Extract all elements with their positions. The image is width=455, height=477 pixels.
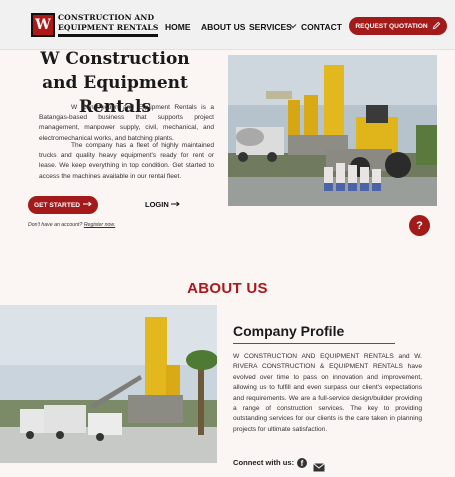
company-profile-title: Company Profile	[233, 323, 345, 339]
logo-line-1: CONSTRUCTION AND	[58, 13, 155, 22]
arrow-right-icon	[83, 201, 92, 209]
logo-line-2: EQUIPMENT RENTALS	[58, 23, 159, 37]
request-quotation-button[interactable]: REQUEST QUOTATION	[349, 17, 447, 35]
get-started-label: GET STARTED	[33, 201, 81, 209]
help-button[interactable]: ?	[409, 215, 430, 236]
nav-about-us[interactable]: ABOUT US	[201, 22, 245, 32]
nav-services[interactable]: SERVICES	[249, 22, 292, 32]
about-image	[0, 305, 217, 463]
hero-paragraph-1: W Construction and Equipment Rentals is …	[39, 104, 214, 142]
company-profile-text: W CONSTRUCTION AND EQUIPMENT RENTALS and…	[233, 353, 422, 433]
about-us-heading: ABOUT US	[187, 280, 268, 297]
mail-icon[interactable]	[313, 459, 325, 477]
title-divider	[233, 343, 395, 344]
nav-contact[interactable]: CONTACT	[301, 22, 342, 32]
login-link[interactable]: LOGIN	[145, 200, 180, 209]
no-account-text: Don't have an account?	[28, 222, 83, 228]
logo-text: CONSTRUCTION AND EQUIPMENT RENTALS	[58, 13, 159, 37]
login-label: LOGIN	[145, 200, 169, 209]
chevron-down-icon[interactable]	[289, 22, 297, 32]
register-link[interactable]: Register now.	[84, 222, 115, 228]
request-quotation-label: REQUEST QUOTATION	[355, 22, 428, 30]
arrow-right-icon	[170, 200, 180, 209]
connect-label: Connect with us:	[233, 458, 295, 467]
get-started-button[interactable]: GET STARTED	[28, 196, 98, 214]
nav-home[interactable]: HOME	[165, 22, 191, 32]
pencil-icon	[432, 21, 441, 32]
signup-prompt: Don't have an account? Register now.	[28, 222, 115, 228]
facebook-icon[interactable]: f	[297, 458, 307, 468]
brand-logo[interactable]: W CONSTRUCTION AND EQUIPMENT RENTALS	[31, 13, 159, 37]
hero-image	[228, 55, 437, 206]
hero-paragraph-2: The company has a fleet of highly mainta…	[39, 142, 214, 180]
logo-mark: W	[31, 13, 55, 37]
